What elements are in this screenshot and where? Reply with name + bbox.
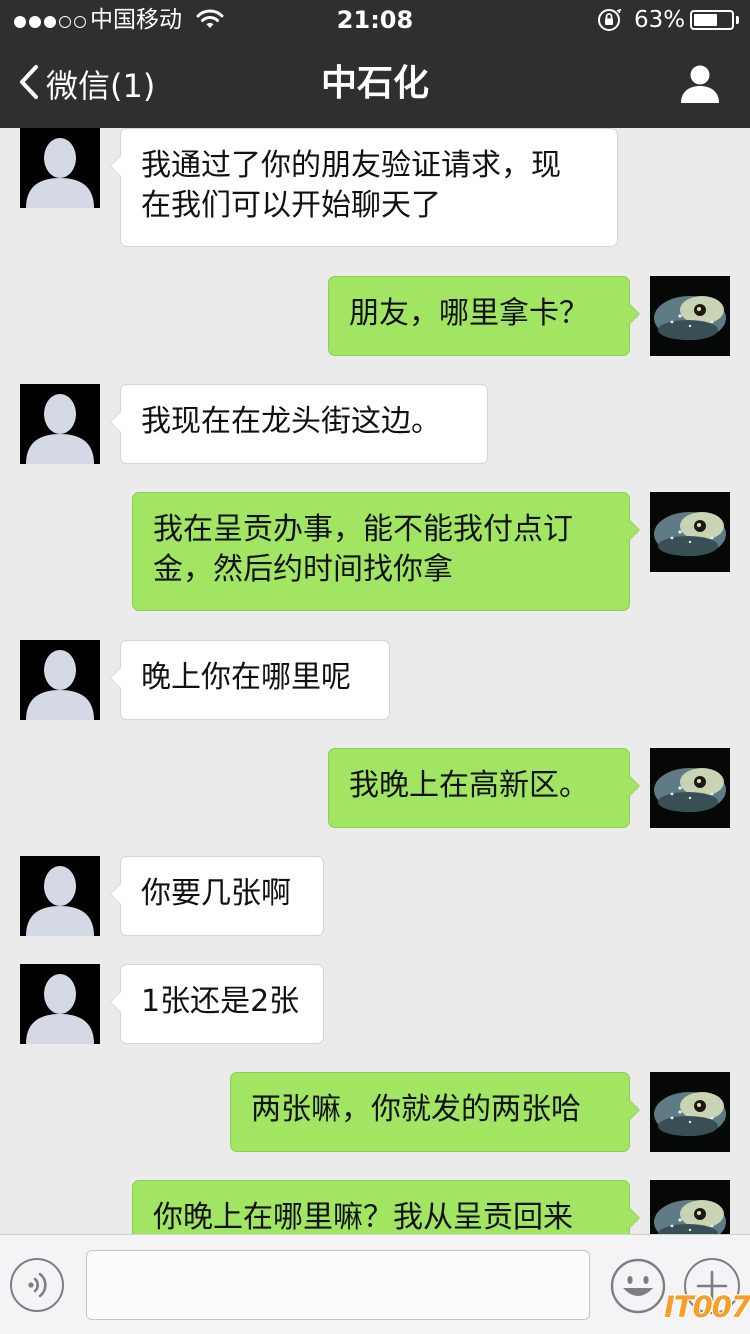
message-bubble[interactable]: 两张嘛，你就发的两张哈	[230, 1072, 640, 1152]
message-text: 在我们可以开始聊天了	[141, 188, 441, 223]
contact-avatar[interactable]	[20, 384, 100, 464]
message-bubble[interactable]: 朋友，哪里拿卡？	[328, 276, 640, 356]
message-text: 你要几张啊	[141, 876, 291, 911]
message-list[interactable]: 我通过了你的朋友验证请求，现 在我们可以开始聊天了 朋友，哪里拿卡？ 我现在在龙…	[0, 128, 750, 1234]
message-bubble[interactable]: 1张还是2张	[110, 964, 324, 1044]
status-bar: 中国移动 21:08 63%	[0, 0, 750, 40]
my-avatar[interactable]	[650, 1180, 730, 1234]
message-bubble[interactable]: 我晚上在高新区。	[328, 748, 640, 828]
message-text: 朋友，哪里拿卡？	[349, 296, 589, 331]
voice-button[interactable]	[10, 1258, 64, 1312]
contact-avatar[interactable]	[20, 640, 100, 720]
nav-bar: 微信(1) 中石化	[0, 40, 750, 128]
message-bubble[interactable]: 我通过了你的朋友验证请求，现 在我们可以开始聊天了	[110, 128, 618, 247]
battery-tip	[736, 16, 739, 24]
message-text: 我在呈贡办事，能不能我付点订	[153, 512, 573, 547]
chat-title: 中石化	[320, 63, 429, 104]
contact-info-button[interactable]	[678, 62, 722, 106]
message-bubble[interactable]: 我现在在龙头街这边。	[110, 384, 488, 464]
message-text: 我晚上在高新区。	[349, 768, 589, 803]
emoji-icon	[610, 1258, 666, 1318]
rotation-lock-icon	[597, 8, 623, 36]
my-avatar[interactable]	[650, 1072, 730, 1152]
my-avatar[interactable]	[650, 748, 730, 828]
message-bubble[interactable]: 你晚上在哪里嘛？我从呈贡回来	[132, 1180, 640, 1234]
my-avatar[interactable]	[650, 492, 730, 572]
message-text: 你晚上在哪里嘛？我从呈贡回来	[153, 1200, 573, 1234]
contact-avatar[interactable]	[20, 128, 100, 208]
contact-avatar[interactable]	[20, 964, 100, 1044]
message-bubble[interactable]: 我在呈贡办事，能不能我付点订 金，然后约时间找你拿	[132, 492, 640, 611]
message-text: 两张嘛，你就发的两张哈	[251, 1092, 581, 1127]
my-avatar[interactable]	[650, 276, 730, 356]
input-bar	[0, 1234, 750, 1334]
message-text: 金，然后约时间找你拿	[153, 552, 453, 587]
person-icon	[678, 65, 722, 110]
watermark-logo: IT007	[664, 1290, 750, 1324]
voice-icon	[12, 1272, 62, 1314]
emoji-button[interactable]	[610, 1258, 666, 1314]
message-text: 我通过了你的朋友验证请求，现	[141, 148, 561, 183]
message-text: 我现在在龙头街这边。	[141, 404, 441, 439]
battery-percent: 63%	[634, 7, 686, 33]
message-input[interactable]	[86, 1250, 590, 1320]
message-bubble[interactable]: 晚上你在哪里呢	[110, 640, 390, 720]
battery-icon	[690, 10, 734, 30]
message-text: 晚上你在哪里呢	[141, 660, 351, 695]
contact-avatar[interactable]	[20, 856, 100, 936]
message-bubble[interactable]: 你要几张啊	[110, 856, 324, 936]
battery-level	[694, 14, 717, 26]
message-text: 1张还是2张	[141, 984, 300, 1019]
